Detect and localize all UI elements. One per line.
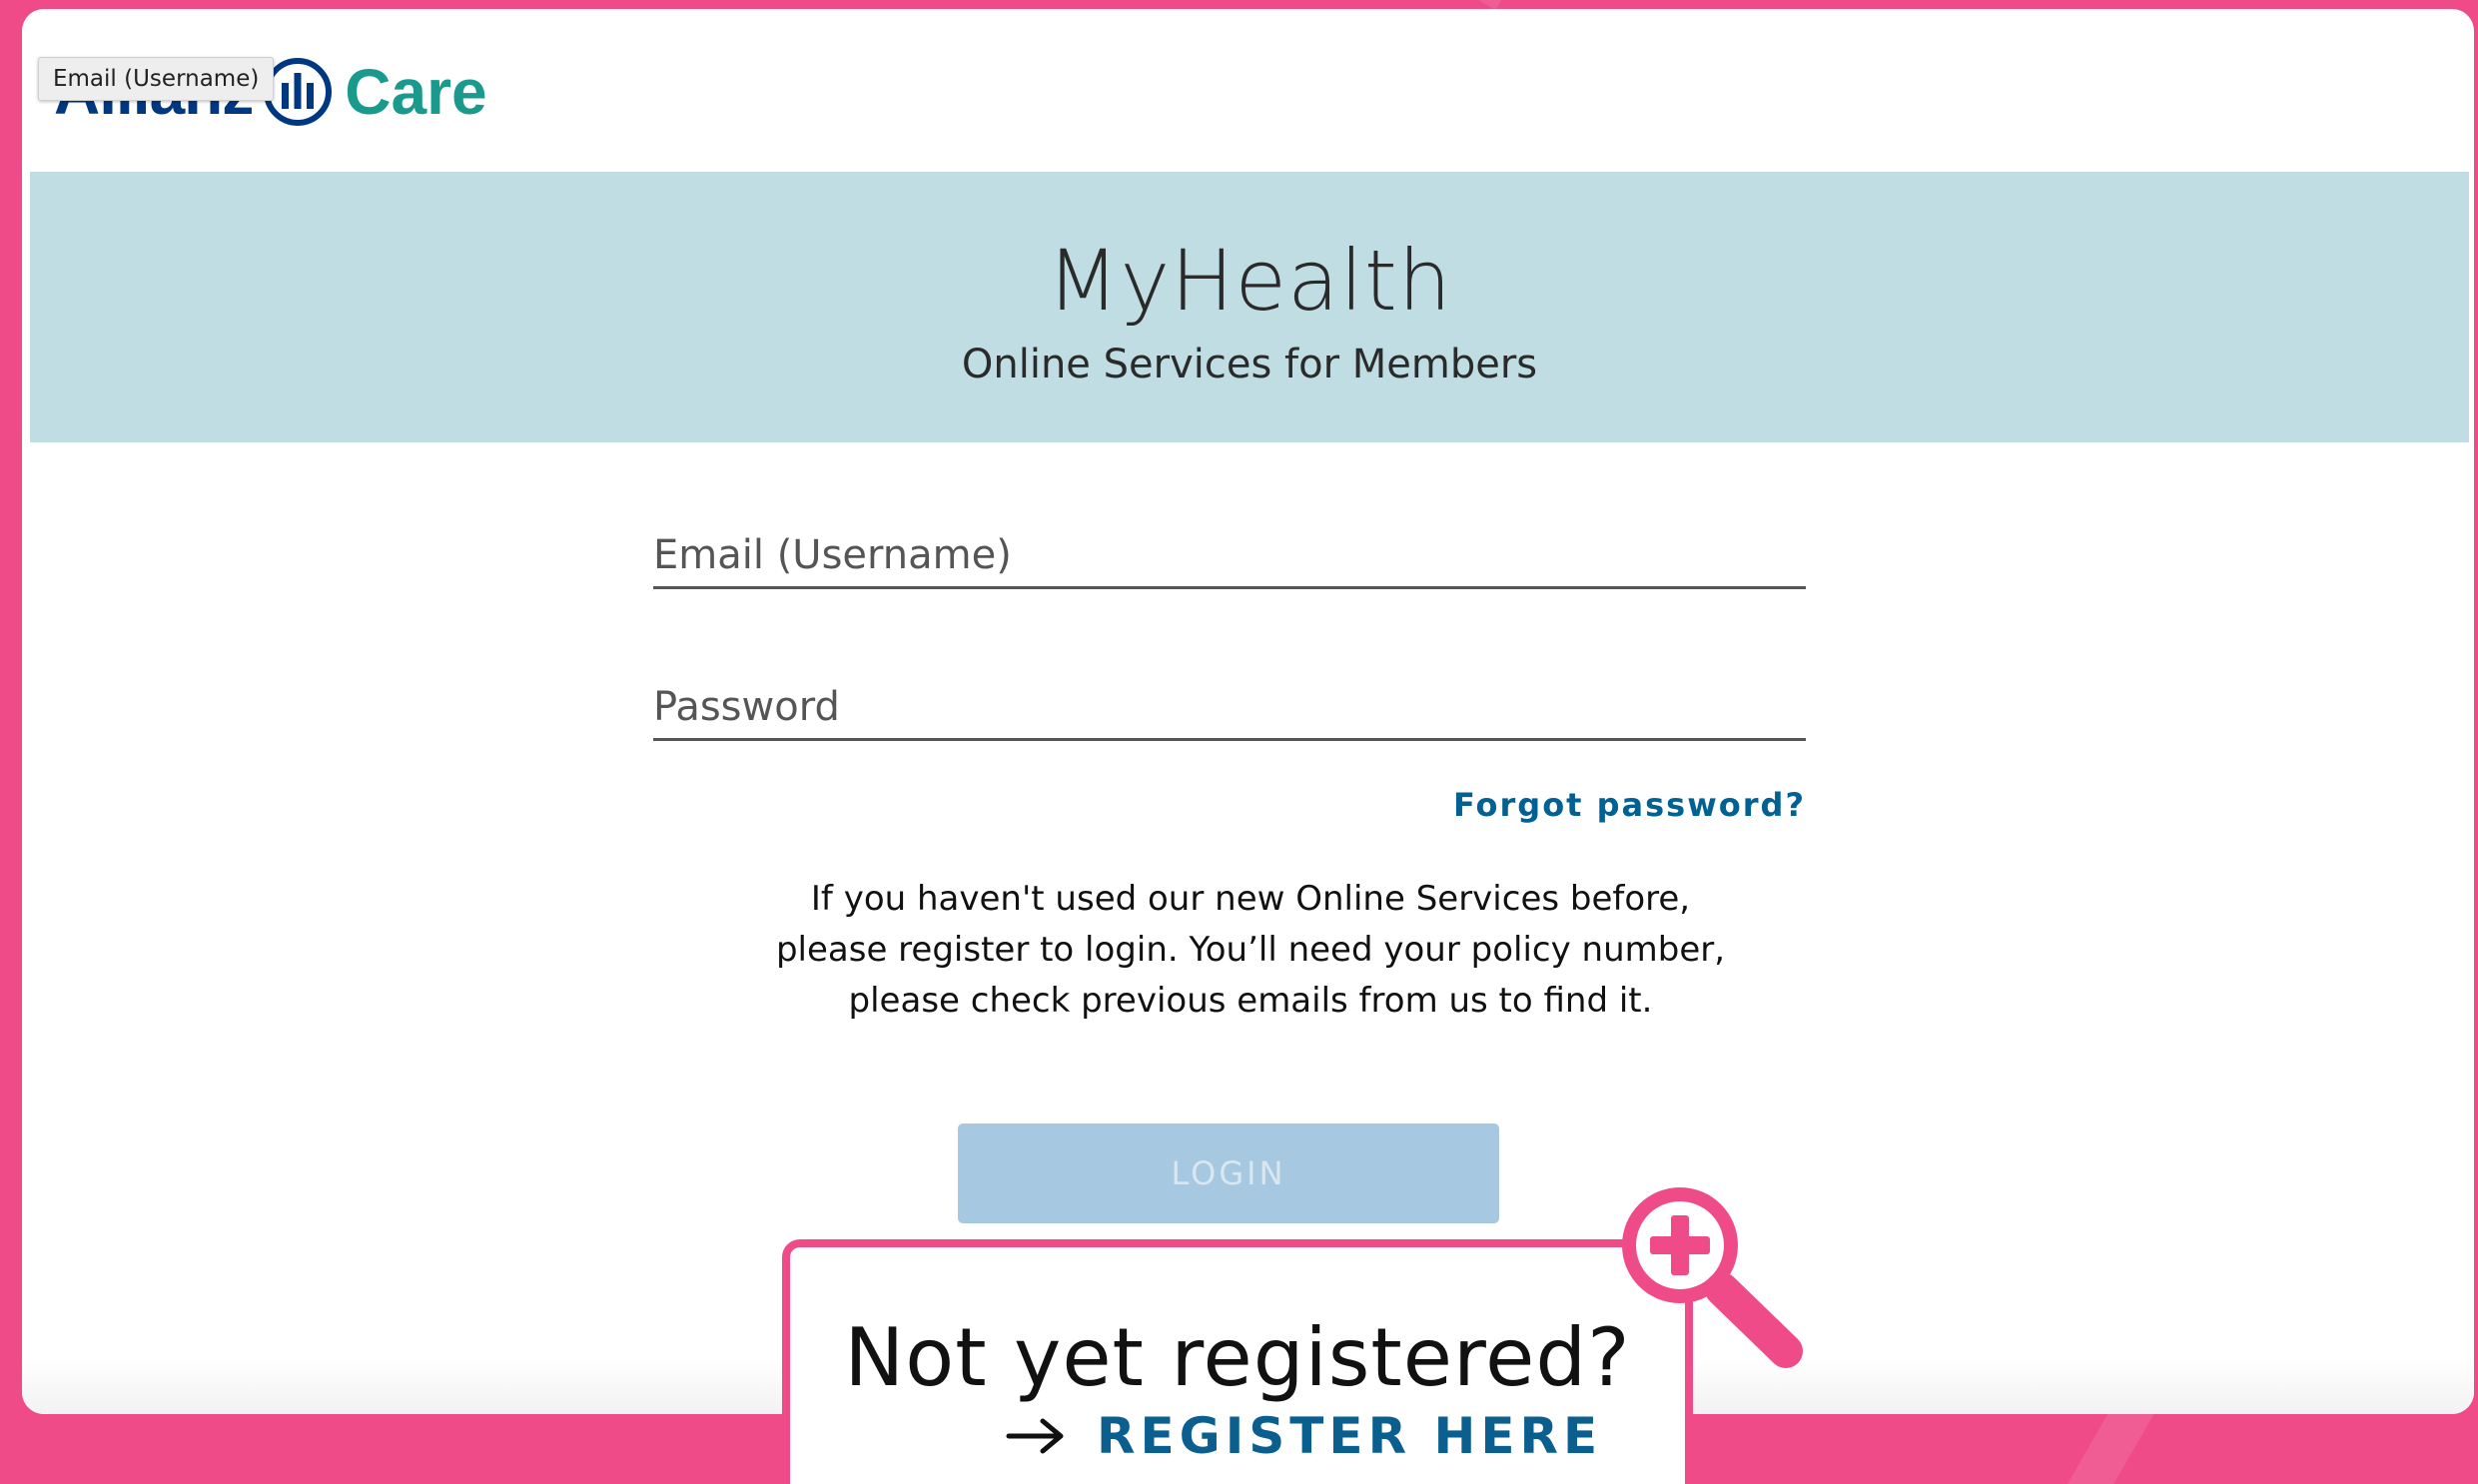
page-subtitle: Online Services for Members [961,342,1538,387]
hero-banner: MyHealth Online Services for Members [30,172,2469,442]
email-field-wrapper [653,506,1806,589]
register-promo-title: Not yet registered? [844,1311,1631,1404]
forgot-password-link[interactable]: Forgot password? [1453,786,1806,824]
info-line: please register to login. You’ll need yo… [775,930,1726,970]
login-button[interactable]: LOGIN [958,1123,1499,1223]
password-input[interactable] [653,684,1806,730]
page-title: MyHealth [1046,232,1452,330]
info-line: If you haven't used our new Online Servi… [810,879,1691,919]
logo-care-text: Care [345,56,487,128]
register-here-link[interactable]: REGISTER HERE [1005,1407,1602,1465]
info-line: please check previous emails from us to … [848,981,1653,1021]
email-tooltip: Email (Username) [38,57,275,101]
password-field-wrapper [653,658,1806,741]
registration-info-text: If you haven't used our new Online Servi… [653,874,1848,1027]
register-here-label: REGISTER HERE [1097,1407,1603,1465]
magnifier-plus-icon [1622,1187,1803,1368]
site-header: Allianz Care Email (Username) [22,9,2474,171]
email-input[interactable] [653,532,1806,578]
login-card: Allianz Care Email (Username) MyHealth O… [22,9,2474,1414]
register-promo-card: Not yet registered? REGISTER HERE [782,1239,1693,1484]
arrow-right-icon [1006,1418,1064,1454]
